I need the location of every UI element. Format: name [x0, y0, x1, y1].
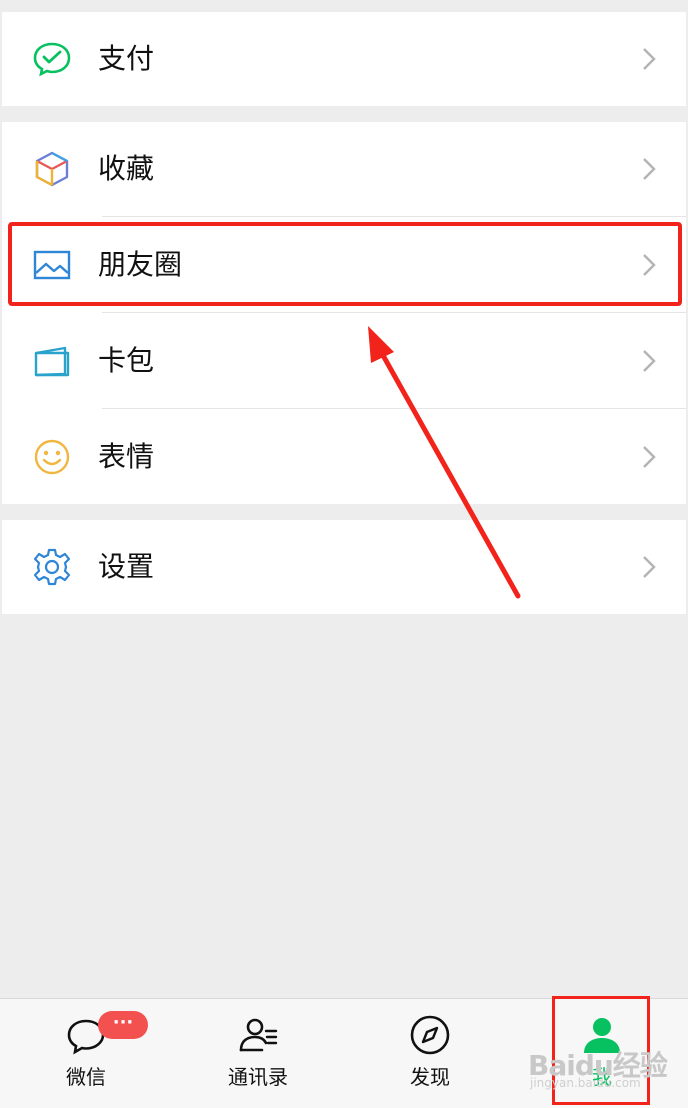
tab-chats-label: 微信: [66, 1065, 106, 1089]
tab-discover[interactable]: 发现: [344, 999, 516, 1108]
compass-icon: [408, 1013, 452, 1057]
annotation-arrow: [368, 326, 521, 599]
watermark-subtext: jingyan.baidu.com: [530, 1076, 641, 1090]
tab-discover-label: 发现: [410, 1065, 450, 1089]
unread-badge: ···: [98, 1011, 148, 1039]
tab-chats[interactable]: ··· 微信: [0, 999, 172, 1108]
tab-contacts[interactable]: 通讯录: [172, 999, 344, 1108]
tab-contacts-label: 通讯录: [228, 1065, 288, 1089]
contacts-icon: [236, 1013, 280, 1057]
